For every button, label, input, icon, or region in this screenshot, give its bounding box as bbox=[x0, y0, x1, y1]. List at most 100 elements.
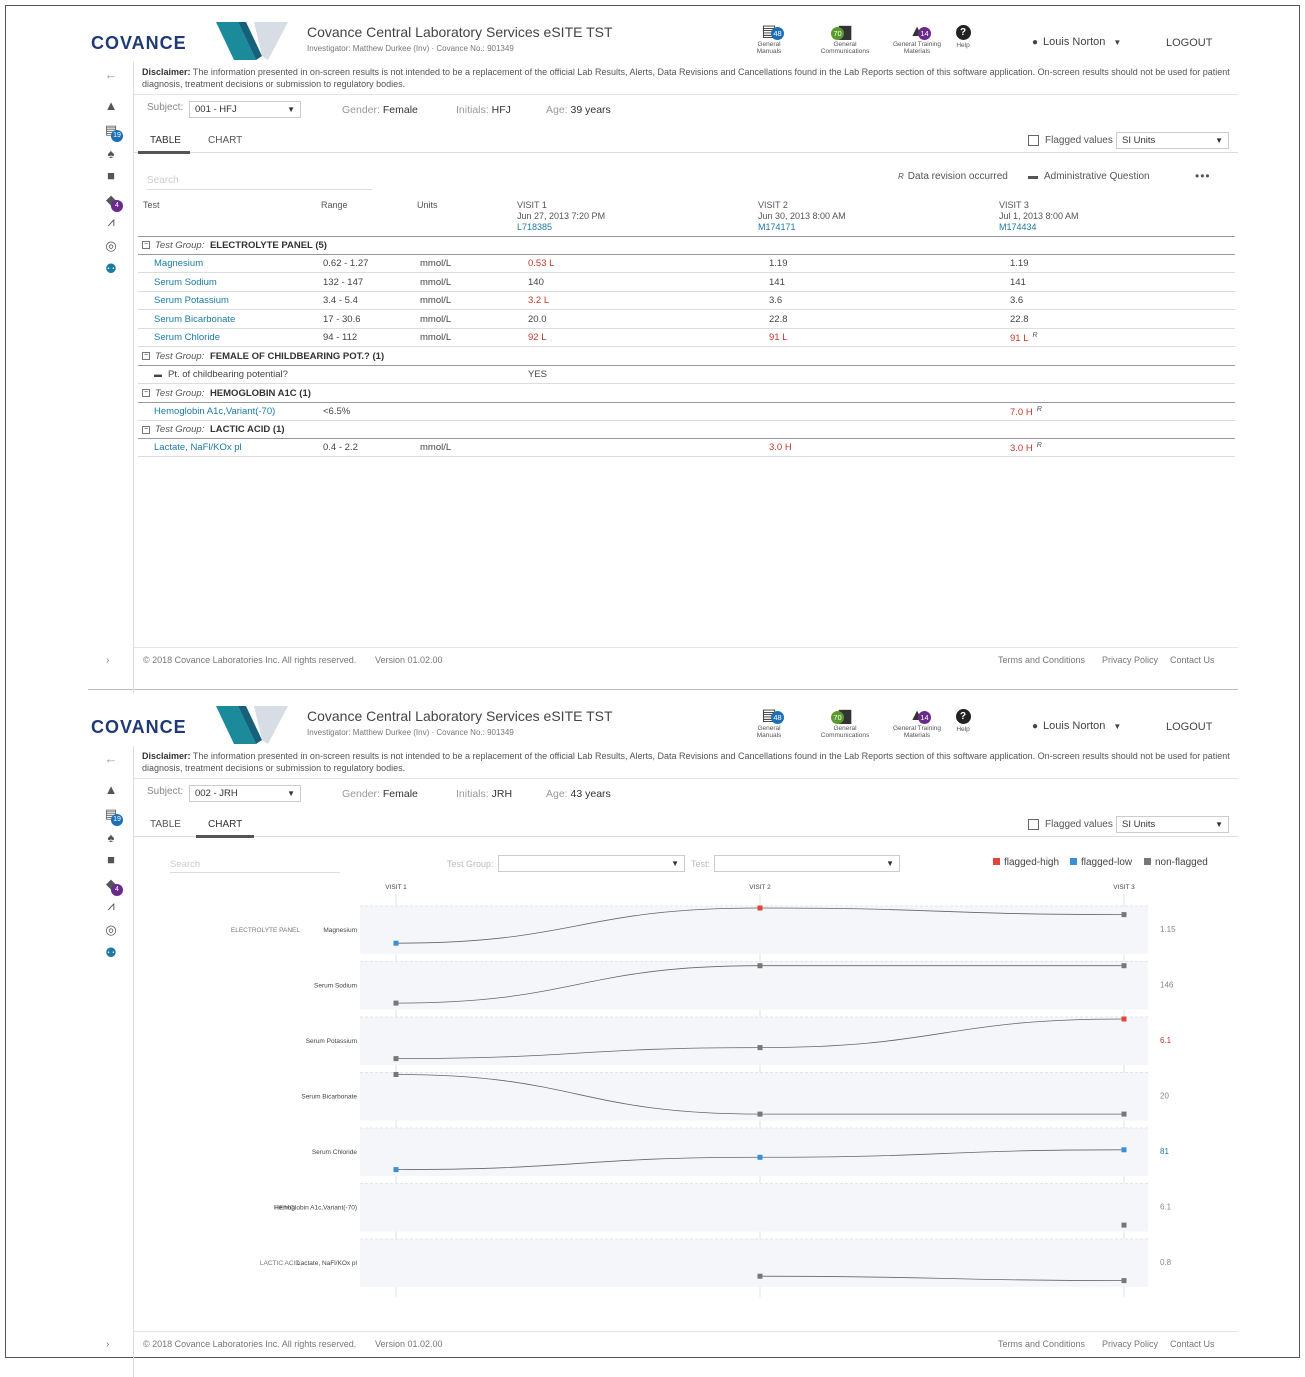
collapse-icon[interactable]: − bbox=[142, 241, 150, 250]
test-select[interactable]: ▼ bbox=[714, 855, 900, 872]
search-input[interactable]: Search bbox=[170, 859, 340, 873]
back-arrow-icon[interactable]: ← bbox=[102, 751, 120, 766]
units-select[interactable]: SI Units ▼ bbox=[1116, 132, 1229, 149]
test-group-header[interactable]: − Test Group: LACTIC ACID (1) bbox=[142, 424, 285, 435]
test-name-link[interactable]: Serum Bicarbonate bbox=[154, 314, 235, 325]
documents-icon[interactable]: ▤ 19 bbox=[102, 122, 123, 142]
data-point[interactable] bbox=[393, 1000, 399, 1006]
privacy-link[interactable]: Privacy Policy bbox=[1102, 1339, 1158, 1349]
message-alert-icon[interactable]: ■ bbox=[102, 168, 120, 183]
visit-date: Jun 27, 2013 7:20 PM bbox=[517, 211, 606, 221]
manuals-label-1: General bbox=[757, 41, 781, 48]
row-divider bbox=[138, 401, 1235, 403]
covance-logo[interactable]: COVANCE bbox=[91, 717, 187, 738]
data-point[interactable] bbox=[393, 1167, 399, 1173]
communications-nav[interactable]: ▆ General Communications 70 bbox=[813, 23, 877, 55]
flagged-values-checkbox[interactable] bbox=[1028, 135, 1039, 146]
test-name-link[interactable]: Magnesium bbox=[154, 258, 203, 269]
test-name-link[interactable]: Hemoglobin A1c,Variant(-70) bbox=[154, 406, 275, 417]
tab-table[interactable]: TABLE bbox=[150, 819, 181, 830]
privacy-link[interactable]: Privacy Policy bbox=[1102, 655, 1158, 665]
expand-sidebar-icon[interactable]: › bbox=[106, 655, 109, 666]
units-select[interactable]: SI Units ▼ bbox=[1116, 816, 1229, 833]
data-revision-legend: R Data revision occurred bbox=[898, 171, 1008, 182]
data-point[interactable] bbox=[1121, 912, 1127, 918]
contact-link[interactable]: Contact Us bbox=[1170, 1339, 1215, 1349]
data-point[interactable] bbox=[1121, 1016, 1127, 1022]
alert-triangle-icon[interactable]: ▲ bbox=[102, 98, 120, 113]
help-nav[interactable]: ? Help bbox=[954, 23, 972, 49]
flagged-values-checkbox[interactable] bbox=[1028, 819, 1039, 830]
data-point[interactable] bbox=[1121, 1147, 1127, 1153]
more-options-icon[interactable]: ••• bbox=[1195, 169, 1211, 183]
subject-select[interactable]: 001 - HFJ ▼ bbox=[189, 101, 301, 118]
data-point[interactable] bbox=[757, 1045, 763, 1051]
documents-icon[interactable]: ▤ 19 bbox=[102, 806, 123, 826]
data-point[interactable] bbox=[1121, 1111, 1127, 1117]
test-name-link[interactable]: Serum Chloride bbox=[154, 332, 220, 343]
collapse-icon[interactable]: − bbox=[142, 352, 150, 361]
covance-logo[interactable]: COVANCE bbox=[91, 33, 187, 54]
tab-table[interactable]: TABLE bbox=[150, 135, 181, 146]
user-menu[interactable]: ● Louis Norton ▼ bbox=[1032, 36, 1121, 48]
chevron-down-icon: ▼ bbox=[1215, 136, 1223, 145]
trend-chart-icon[interactable]: ⩘ bbox=[102, 214, 120, 230]
alert-triangle-icon[interactable]: ▲ bbox=[102, 782, 120, 797]
tab-chart[interactable]: CHART bbox=[208, 135, 242, 146]
collapse-icon[interactable]: − bbox=[142, 425, 150, 434]
visit-id-link[interactable]: L718385 bbox=[517, 222, 605, 233]
manuals-nav[interactable]: ▤ General Manuals 48 bbox=[755, 23, 784, 55]
data-point[interactable] bbox=[393, 1056, 399, 1062]
app-header: COVANCE Covance Central Laboratory Servic… bbox=[88, 702, 1238, 746]
training-nav[interactable]: ▲ General Training Materials 14 bbox=[886, 707, 948, 739]
data-point[interactable] bbox=[393, 940, 399, 946]
terms-link[interactable]: Terms and Conditions bbox=[998, 1339, 1085, 1349]
test-name-link[interactable]: Lactate, NaFl/KOx pl bbox=[154, 442, 242, 453]
data-point[interactable] bbox=[757, 905, 763, 911]
training-label-2: Materials bbox=[903, 48, 931, 55]
back-arrow-icon[interactable]: ← bbox=[102, 67, 120, 82]
training-cap-icon[interactable]: ◆ 4 bbox=[102, 192, 123, 212]
test-name-link[interactable]: Serum Sodium bbox=[154, 277, 217, 288]
search-input[interactable]: Search bbox=[147, 175, 372, 190]
visit-id-link[interactable]: M174171 bbox=[758, 222, 846, 233]
data-point[interactable] bbox=[1121, 1222, 1127, 1228]
subject-select[interactable]: 002 - JRH ▼ bbox=[189, 785, 301, 802]
message-alert-icon[interactable]: ■ bbox=[102, 852, 120, 867]
data-point[interactable] bbox=[1121, 1278, 1127, 1284]
test-name-link[interactable]: Serum Potassium bbox=[154, 295, 229, 306]
help-nav[interactable]: ? Help bbox=[954, 707, 972, 733]
test-group-header[interactable]: − Test Group: ELECTROLYTE PANEL (5) bbox=[142, 240, 327, 251]
logout-button[interactable]: LOGOUT bbox=[1166, 721, 1212, 733]
expand-sidebar-icon[interactable]: › bbox=[106, 1339, 109, 1350]
globe-icon[interactable]: ◎ bbox=[102, 238, 120, 254]
manuals-nav[interactable]: ▤ General Manuals 48 bbox=[755, 707, 784, 739]
investigator-info: Investigator: Matthew Durkee (Inv) · Cov… bbox=[307, 728, 514, 737]
data-point[interactable] bbox=[757, 1154, 763, 1160]
test-group-select[interactable]: ▼ bbox=[498, 855, 685, 872]
training-icon: ▲ bbox=[909, 707, 925, 724]
data-point[interactable] bbox=[393, 1072, 399, 1077]
logout-button[interactable]: LOGOUT bbox=[1166, 37, 1212, 49]
visit-date: Jun 30, 2013 8:00 AM bbox=[758, 211, 846, 221]
visit-id-link[interactable]: M174434 bbox=[999, 222, 1079, 233]
collapse-icon[interactable]: − bbox=[142, 389, 150, 398]
data-point[interactable] bbox=[1121, 963, 1127, 969]
data-point[interactable] bbox=[757, 1273, 763, 1279]
bell-icon[interactable]: ♠ bbox=[102, 146, 120, 161]
visit-3-value: 3.0 HR bbox=[1010, 442, 1042, 454]
data-point[interactable] bbox=[757, 1111, 763, 1117]
bell-icon[interactable]: ♠ bbox=[102, 830, 120, 845]
test-group-header[interactable]: − Test Group: HEMOGLOBIN A1C (1) bbox=[142, 388, 311, 399]
tab-divider bbox=[134, 152, 1238, 153]
test-group-header[interactable]: − Test Group: FEMALE OF CHILDBEARING POT.… bbox=[142, 351, 384, 362]
data-point[interactable] bbox=[757, 963, 763, 969]
user-menu[interactable]: ● Louis Norton ▼ bbox=[1032, 720, 1121, 732]
result-value: 92 L bbox=[528, 332, 547, 344]
terms-link[interactable]: Terms and Conditions bbox=[998, 655, 1085, 665]
patients-icon[interactable]: ⚉ bbox=[102, 261, 120, 277]
communications-nav[interactable]: ▆ General Communications 70 bbox=[813, 707, 877, 739]
training-nav[interactable]: ▲ General Training Materials 14 bbox=[886, 23, 948, 55]
tab-chart[interactable]: CHART bbox=[208, 819, 242, 830]
contact-link[interactable]: Contact Us bbox=[1170, 655, 1215, 665]
